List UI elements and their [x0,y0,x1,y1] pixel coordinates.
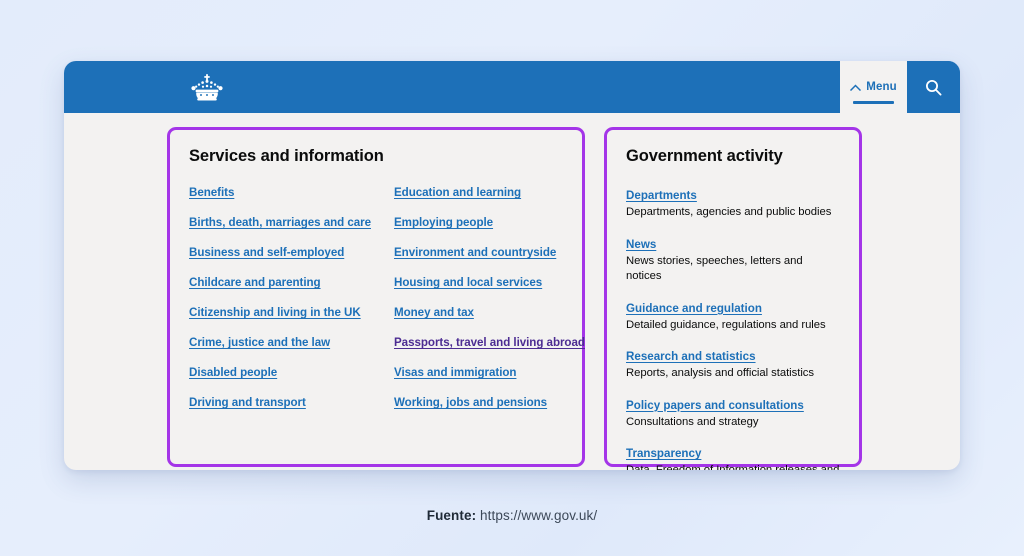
search-button[interactable] [907,61,960,113]
menu-active-underline [853,101,894,104]
page-root: Menu Services and information Benefits B… [0,0,1024,556]
service-link-childcare-and-parenting[interactable]: Childcare and parenting [189,276,364,289]
government-activity-panel: Government activity Departments Departme… [604,127,862,470]
service-link-disabled-people[interactable]: Disabled people [189,366,364,379]
source-caption: Fuente: https://www.gov.uk/ [0,508,1024,523]
card-body: Services and information Benefits Births… [64,113,960,470]
service-link-employing-people[interactable]: Employing people [394,216,569,229]
service-link-births-death-marriages-and-care[interactable]: Births, death, marriages and care [189,216,371,229]
source-caption-label: Fuente: [426,508,477,523]
government-item-transparency: Transparency Data, Freedom of Informatio… [626,444,840,470]
service-link-passports-travel-and-living-abroad[interactable]: Passports, travel and living abroad [394,336,585,349]
service-link-working-jobs-and-pensions[interactable]: Working, jobs and pensions [394,396,569,409]
services-column-left: Benefits Births, death, marriages and ca… [189,186,371,409]
service-link-housing-and-local-services[interactable]: Housing and local services [394,276,569,289]
service-link-business-and-self-employed[interactable]: Business and self-employed [189,246,364,259]
government-link-guidance-and-regulation[interactable]: Guidance and regulation [626,302,762,315]
chevron-up-icon [850,83,862,91]
service-link-visas-and-immigration[interactable]: Visas and immigration [394,366,569,379]
source-caption-url: https://www.gov.uk/ [480,508,598,523]
royal-crown-icon [191,73,223,100]
services-panel-title: Services and information [189,147,384,165]
header-spacer [224,61,840,113]
government-desc-news: News stories, speeches, letters and noti… [626,254,803,283]
services-link-columns: Benefits Births, death, marriages and ca… [189,186,585,409]
government-item-policy-papers-and-consultations: Policy papers and consultations Consulta… [626,396,840,431]
service-link-education-and-learning[interactable]: Education and learning [394,186,569,199]
services-and-information-panel: Services and information Benefits Births… [167,127,585,467]
service-link-money-and-tax[interactable]: Money and tax [394,306,569,319]
government-desc-policy-papers-and-consultations: Consultations and strategy [626,415,759,428]
service-link-environment-and-countryside[interactable]: Environment and countryside [394,246,569,259]
government-link-departments[interactable]: Departments [626,189,697,202]
service-link-benefits[interactable]: Benefits [189,186,364,199]
search-icon [926,79,942,96]
government-link-transparency[interactable]: Transparency [626,447,701,460]
service-link-crime-justice-and-the-law[interactable]: Crime, justice and the law [189,336,364,349]
govuk-site-card: Menu Services and information Benefits B… [64,61,960,470]
government-desc-guidance-and-regulation: Detailed guidance, regulations and rules [626,318,826,331]
government-link-news[interactable]: News [626,238,656,251]
government-desc-research-and-statistics: Reports, analysis and official statistic… [626,367,814,380]
menu-button[interactable]: Menu [840,61,907,113]
menu-button-label: Menu [866,81,897,93]
government-desc-departments: Departments, agencies and public bodies [626,206,832,218]
government-item-news: News News stories, speeches, letters and… [626,235,840,285]
services-column-right: Education and learning Employing people … [394,186,585,409]
menu-button-content: Menu [850,81,897,93]
site-header: Menu [64,61,960,113]
site-logo[interactable] [64,61,224,113]
government-item-research-and-statistics: Research and statistics Reports, analysi… [626,347,840,382]
government-item-departments: Departments Departments, agencies and pu… [626,186,840,221]
service-link-driving-and-transport[interactable]: Driving and transport [189,396,364,409]
government-panel-title: Government activity [626,147,783,165]
government-desc-transparency: Data, Freedom of Information releases an… [626,463,840,470]
service-link-citizenship-and-living-in-the-uk[interactable]: Citizenship and living in the UK [189,306,364,319]
government-item-guidance-and-regulation: Guidance and regulation Detailed guidanc… [626,299,840,334]
government-link-research-and-statistics[interactable]: Research and statistics [626,350,756,363]
government-link-policy-papers-and-consultations[interactable]: Policy papers and consultations [626,399,804,412]
